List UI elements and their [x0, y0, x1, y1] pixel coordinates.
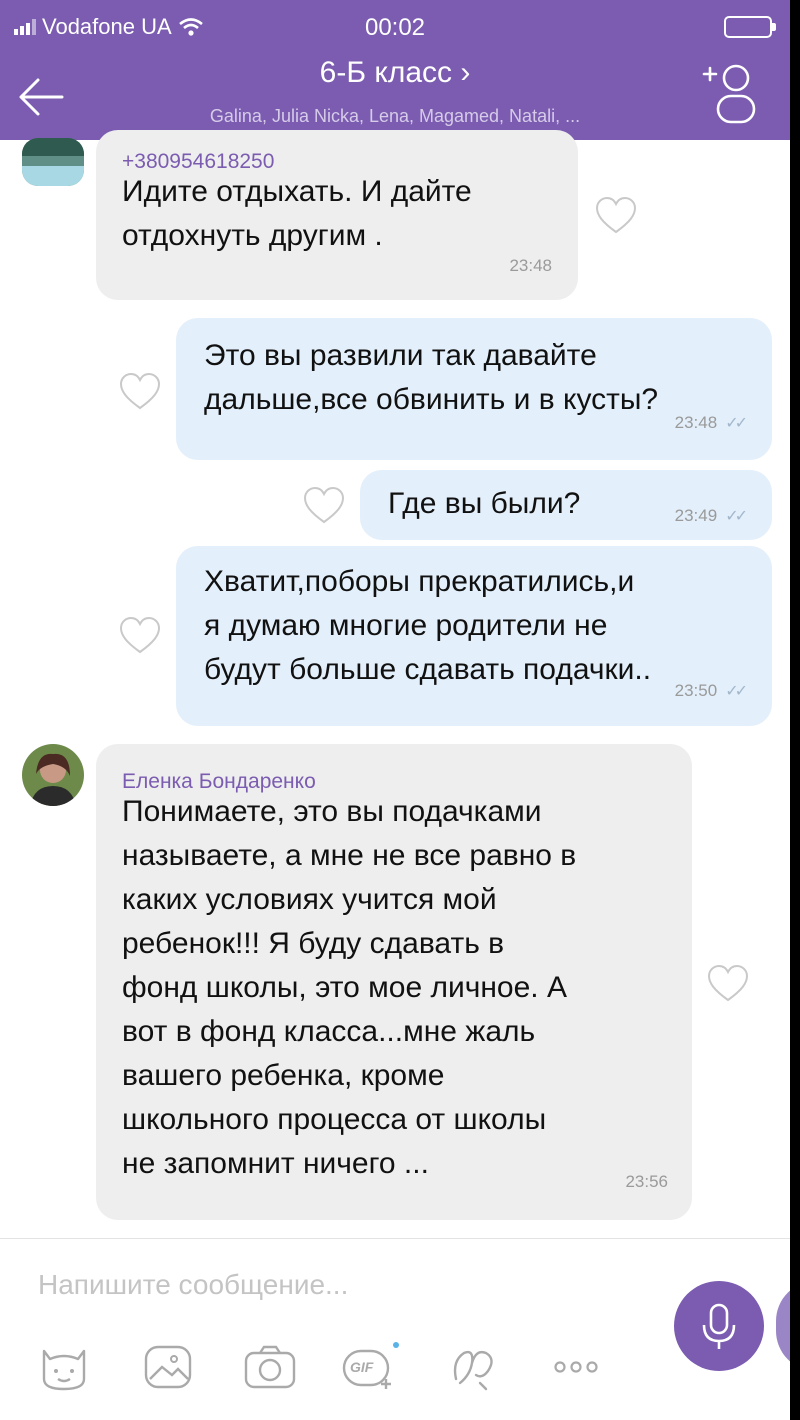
avatar[interactable]	[22, 138, 84, 186]
read-ticks-icon: ✓✓	[725, 415, 748, 432]
message-time: 23:49 ✓✓	[674, 506, 748, 525]
read-ticks-icon: ✓✓	[725, 683, 748, 700]
chat-screen: Vodafone UA 00:02 6-Б класс › Galina, Ju…	[0, 0, 790, 1420]
message-bubble[interactable]: Где вы были? 23:49 ✓✓	[360, 470, 772, 540]
sticker-icon[interactable]	[36, 1339, 92, 1395]
chat-title-block[interactable]: 6-Б класс › Galina, Julia Nicka, Lena, M…	[0, 56, 790, 127]
gif-label: GIF	[350, 1359, 374, 1375]
gif-button[interactable]: GIF	[340, 1339, 400, 1395]
message-time: 23:48	[509, 256, 552, 275]
more-icon[interactable]	[548, 1339, 604, 1395]
composer: GIF	[0, 1238, 790, 1420]
message-bubble[interactable]: Еленка Бондаренко Понимаете, это вы пода…	[96, 744, 692, 1220]
chat-title[interactable]: 6-Б класс ›	[0, 56, 790, 90]
message-text: Идите отдыхать. И дайте отдохнуть другим…	[122, 175, 472, 252]
heart-icon[interactable]	[594, 196, 638, 236]
message-text: Где вы были?	[388, 487, 581, 520]
message-input[interactable]	[38, 1265, 638, 1305]
microphone-icon	[702, 1303, 736, 1349]
message-bubble[interactable]: Хватит,поборы прекратились,и я думаю мно…	[176, 546, 772, 726]
heart-icon[interactable]	[706, 964, 750, 1004]
message-bubble[interactable]: +380954618250 Идите отдыхать. И дайте от…	[96, 130, 578, 300]
heart-icon[interactable]	[302, 486, 346, 526]
message-text: Хватит,поборы прекратились,и я думаю мно…	[204, 565, 652, 686]
camera-icon[interactable]	[242, 1339, 298, 1395]
avatar[interactable]	[22, 744, 84, 806]
doodle-icon[interactable]	[446, 1339, 502, 1395]
message-time: 23:50 ✓✓	[674, 681, 748, 700]
message-bubble[interactable]: Это вы развили так давайте дальше,все об…	[176, 318, 772, 460]
add-member-icon[interactable]	[702, 60, 762, 126]
extra-button[interactable]	[776, 1281, 790, 1371]
status-time: 00:02	[364, 14, 426, 41]
heart-icon[interactable]	[118, 372, 162, 412]
message-time: 23:48 ✓✓	[674, 413, 748, 432]
message-text: Это вы развили так давайте дальше,все об…	[204, 339, 659, 416]
chat-header: Vodafone UA 00:02 6-Б класс › Galina, Ju…	[0, 0, 790, 140]
read-ticks-icon: ✓✓	[725, 508, 748, 525]
gallery-icon[interactable]	[140, 1339, 196, 1395]
battery-icon	[724, 16, 776, 38]
heart-icon[interactable]	[118, 616, 162, 656]
message-text: Понимаете, это вы подачками называете, а…	[122, 795, 577, 1180]
chat-members: Galina, Julia Nicka, Lena, Magamed, Nata…	[209, 106, 581, 126]
microphone-button[interactable]	[674, 1281, 764, 1371]
message-time: 23:56	[625, 1172, 668, 1191]
